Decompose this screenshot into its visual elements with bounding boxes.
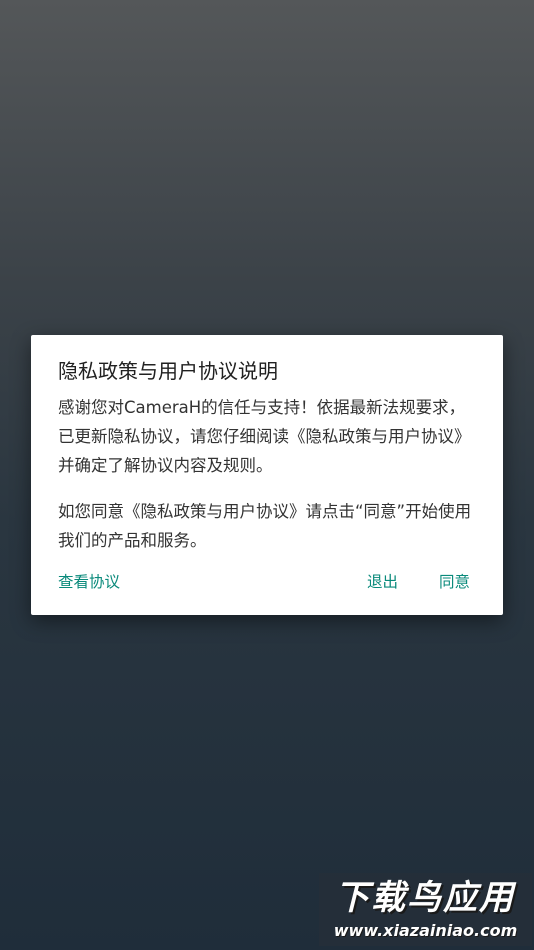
watermark-title: 下载鸟应用 [335,878,515,918]
watermark-logo: 下载鸟应用 www.xiazainiao.com [319,873,532,946]
privacy-policy-dialog: 隐私政策与用户协议说明 感谢您对CameraH的信任与支持！依据最新法规要求，已… [31,335,503,615]
dialog-message: 感谢您对CameraH的信任与支持！依据最新法规要求，已更新隐私协议，请您仔细阅… [58,393,476,555]
exit-button[interactable]: 退出 [367,568,398,596]
dialog-actions: 查看协议 退出 同意 [58,568,470,596]
dialog-paragraph-2: 如您同意《隐私政策与用户协议》请点击“同意”开始使用我们的产品和服务。 [58,502,472,550]
view-agreement-button[interactable]: 查看协议 [58,568,120,596]
dialog-title: 隐私政策与用户协议说明 [58,359,278,383]
watermark-url: www.xiazainiao.com [333,921,518,940]
agree-button[interactable]: 同意 [439,568,470,596]
dialog-paragraph-1: 感谢您对CameraH的信任与支持！依据最新法规要求，已更新隐私协议，请您仔细阅… [58,398,471,475]
